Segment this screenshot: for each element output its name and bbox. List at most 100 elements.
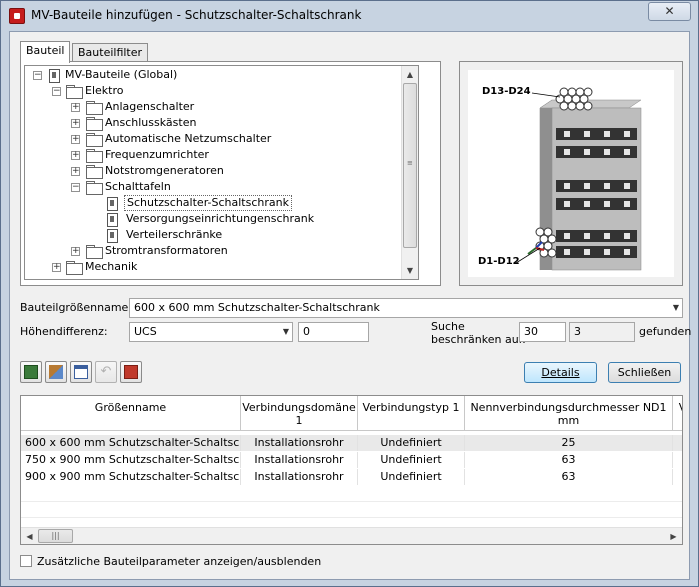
cell-domain: Installationsrohr	[241, 469, 358, 485]
tree-item-schutzschalter-schaltschrank[interactable]: Schutzschalter-Schaltschrank	[25, 195, 400, 211]
column-header-nenndurchmesser[interactable]: Nennverbindungsdurchmesser ND1 mm	[465, 396, 673, 431]
cell-size-name: 750 x 900 mm Schutzschalter-Schaltschran…	[25, 452, 241, 468]
dialog-window: MV-Bauteile hinzufügen - Schutzschalter-…	[0, 0, 699, 587]
tree-item-schalttafeln[interactable]: − Schalttafeln	[25, 179, 400, 195]
search-limit-label: Suche beschränken auf:	[431, 320, 526, 346]
table-row[interactable]: 750 x 900 mm Schutzschalter-Schaltschran…	[21, 452, 682, 468]
preview-label-bottom: D1-D12	[478, 256, 520, 267]
scroll-right-icon[interactable]: ▶	[665, 528, 682, 544]
collapse-icon[interactable]: −	[52, 87, 61, 96]
expand-icon[interactable]: +	[71, 119, 80, 128]
tree-item-elektro[interactable]: − Elektro	[25, 83, 400, 99]
column-header-verbindungsdomaene[interactable]: Verbindungsdomäne 1	[241, 396, 358, 431]
catalog-help-button[interactable]	[120, 361, 142, 383]
tree-item-label: Versorgungseinrichtungenschrank	[126, 212, 315, 225]
tree-item-mechanik[interactable]: + Mechanik	[25, 259, 400, 275]
tree-item-label: Elektro	[85, 84, 124, 97]
tree-item-anlagenschalter[interactable]: + Anlagenschalter	[25, 99, 400, 115]
tree-item-netzumschalter[interactable]: + Automatische Netzumschalter	[25, 131, 400, 147]
tree-item-label: Anschlusskästen	[105, 116, 197, 129]
expand-icon[interactable]: +	[71, 247, 80, 256]
column-header-partial[interactable]: V	[673, 396, 682, 431]
chevron-down-icon: ▼	[282, 327, 289, 336]
cell-diameter: 63	[465, 452, 673, 468]
cabinet-preview-image	[515, 87, 642, 271]
sizes-table: Größenname Verbindungsdomäne 1 Verbindun…	[20, 395, 683, 545]
folder-icon	[86, 165, 103, 179]
details-button[interactable]: Details	[524, 362, 597, 383]
collapse-icon[interactable]: −	[71, 183, 80, 192]
chevron-down-icon: ▼	[672, 303, 679, 312]
table-horizontal-scrollbar[interactable]: ◀ ||| ▶	[21, 527, 682, 544]
expand-icon[interactable]: +	[71, 135, 80, 144]
scroll-down-icon[interactable]: ▼	[402, 262, 418, 279]
cell-type: Undefiniert	[358, 469, 465, 485]
scrollbar-thumb[interactable]: |||	[38, 529, 73, 543]
undo-button[interactable]: ↶	[95, 361, 117, 383]
preview-panel: D13-D24 D1-D12	[459, 61, 683, 286]
tree-item-label: Anlagenschalter	[105, 100, 195, 113]
pdf-icon	[124, 365, 138, 379]
tree-item-label: Schalttafeln	[105, 180, 171, 193]
tree-item-label: Verteilerschränke	[126, 228, 223, 241]
preview-label-top: D13-D24	[482, 86, 531, 97]
column-header-verbindungstyp[interactable]: Verbindungstyp 1	[358, 396, 465, 431]
component-tree[interactable]: − MV-Bauteile (Global) − Elektro + Anlag…	[24, 65, 419, 280]
search-label-line1: Suche	[431, 320, 465, 333]
tree-vertical-scrollbar[interactable]: ▲ ≡ ▼	[401, 66, 418, 279]
tree-item-root[interactable]: − MV-Bauteile (Global)	[25, 67, 400, 83]
table-row[interactable]: 600 x 600 mm Schutzschalter-Schaltschran…	[21, 435, 682, 451]
expand-icon[interactable]: +	[71, 167, 80, 176]
tree-item-label: Schutzschalter-Schaltschrank	[124, 195, 292, 211]
catalog-icon	[47, 68, 61, 83]
expand-icon[interactable]: +	[52, 263, 61, 272]
undo-icon: ↶	[100, 364, 112, 379]
properties-icon	[74, 365, 88, 379]
search-label-line2: beschränken auf:	[431, 333, 526, 346]
edit-part-button[interactable]	[45, 361, 67, 383]
tree-item-notstromgeneratoren[interactable]: + Notstromgeneratoren	[25, 163, 400, 179]
tab-bauteil[interactable]: Bauteil	[20, 41, 71, 63]
properties-button[interactable]	[70, 361, 92, 383]
scrollbar-thumb[interactable]: ≡	[403, 83, 417, 248]
height-diff-combo-value: UCS	[134, 325, 157, 338]
tree-item-label: Stromtransformatoren	[105, 244, 228, 257]
folder-icon	[86, 101, 103, 115]
add-to-drawing-button[interactable]	[20, 361, 42, 383]
preview-canvas[interactable]: D13-D24 D1-D12	[468, 70, 674, 277]
height-diff-select[interactable]: UCS ▼	[129, 322, 293, 342]
found-label: gefunden	[639, 325, 692, 338]
tree-item-anschlusskaesten[interactable]: + Anschlusskästen	[25, 115, 400, 131]
expand-icon[interactable]: +	[71, 151, 80, 160]
tree-item-versorgungseinrichtungenschrank[interactable]: Versorgungseinrichtungenschrank	[25, 211, 400, 227]
tree-item-label: MV-Bauteile (Global)	[65, 68, 178, 81]
brush-icon	[49, 365, 63, 379]
tree-item-frequenzumrichter[interactable]: + Frequenzumrichter	[25, 147, 400, 163]
search-limit-input[interactable]: 30	[519, 322, 566, 342]
cell-type: Undefiniert	[358, 435, 465, 451]
size-name-select[interactable]: 600 x 600 mm Schutzschalter-Schaltschran…	[129, 298, 683, 318]
tree-item-stromtransformatoren[interactable]: + Stromtransformatoren	[25, 243, 400, 259]
table-row[interactable]: 900 x 900 mm Schutzschalter-Schaltschran…	[21, 469, 682, 485]
tree-item-label: Automatische Netzumschalter	[105, 132, 272, 145]
close-button[interactable]: Schließen	[608, 362, 681, 383]
scroll-left-icon[interactable]: ◀	[21, 528, 38, 544]
expand-icon[interactable]: +	[71, 103, 80, 112]
extra-params-checkbox[interactable]	[20, 555, 32, 567]
table-empty-area	[21, 486, 682, 526]
height-diff-label: Höhendifferenz:	[20, 325, 108, 338]
grip-icon: ≡	[407, 159, 413, 167]
found-count-field: 3	[569, 322, 635, 342]
close-window-button[interactable]: ✕	[648, 2, 691, 21]
title-bar[interactable]: MV-Bauteile hinzufügen - Schutzschalter-…	[1, 1, 698, 31]
column-header-groessenname[interactable]: Größenname	[21, 396, 241, 431]
cell-type: Undefiniert	[358, 452, 465, 468]
scroll-up-icon[interactable]: ▲	[402, 66, 418, 83]
height-diff-input[interactable]: 0	[298, 322, 369, 342]
dialog-client-area: Bauteil Bauteilfilter − MV-Bauteile (Glo…	[9, 31, 692, 580]
tree-item-verteilerschraenke[interactable]: Verteilerschränke	[25, 227, 400, 243]
extra-params-label[interactable]: Zusätzliche Bauteilparameter anzeigen/au…	[37, 555, 321, 568]
tab-bauteilfilter[interactable]: Bauteilfilter	[72, 43, 149, 63]
collapse-icon[interactable]: −	[33, 71, 42, 80]
add-part-icon	[24, 365, 38, 379]
